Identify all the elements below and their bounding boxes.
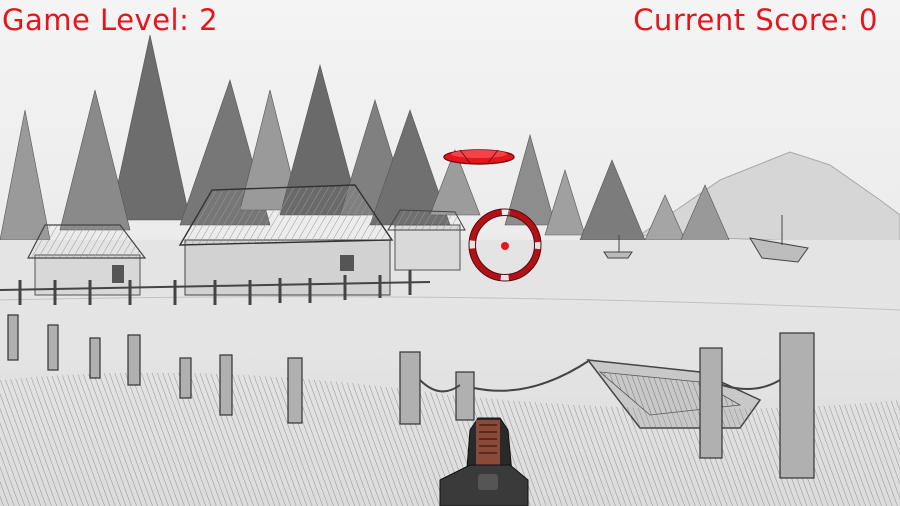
game-level-label: Game Level: bbox=[2, 3, 190, 37]
game-level-value: 2 bbox=[199, 3, 219, 37]
game-level-display: Game Level: 2 bbox=[2, 2, 218, 38]
flying-disc-target-icon[interactable] bbox=[443, 149, 515, 165]
game-scene[interactable] bbox=[0, 0, 900, 506]
current-score-label: Current Score: bbox=[633, 3, 850, 37]
game-stage[interactable]: Game Level: 2 Current Score: 0 bbox=[0, 0, 900, 506]
small-cabin bbox=[27, 224, 147, 296]
current-score-display: Current Score: 0 bbox=[633, 2, 878, 38]
current-score-value: 0 bbox=[859, 3, 878, 37]
